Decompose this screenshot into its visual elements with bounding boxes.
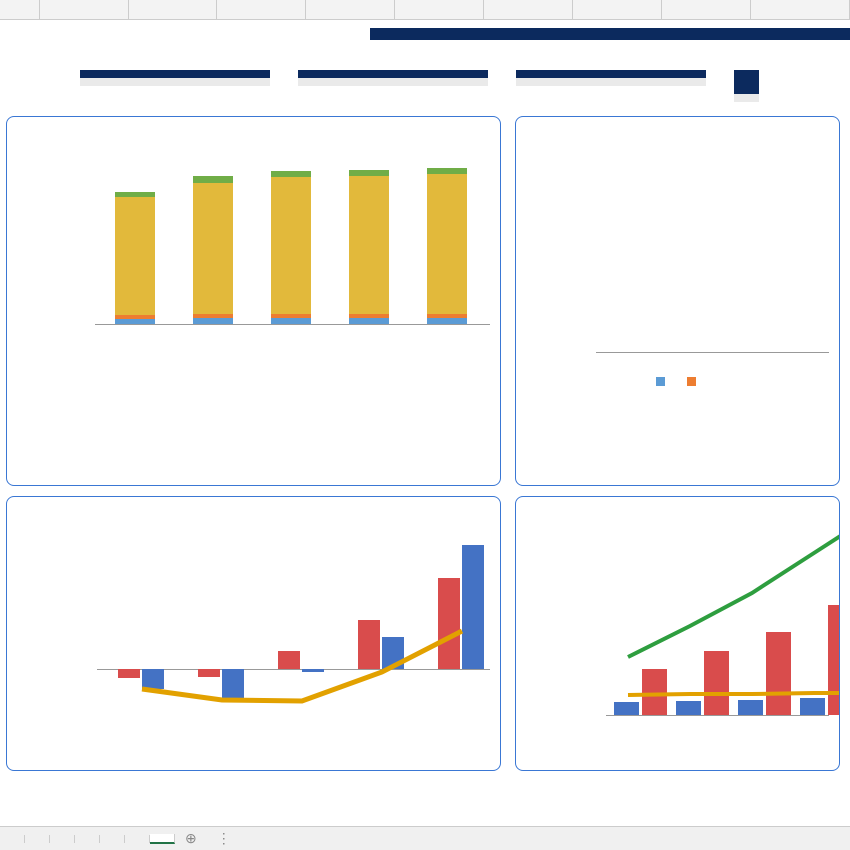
add-sheet-button[interactable]: ⊕ xyxy=(175,830,207,847)
kpi-value xyxy=(80,78,270,86)
chart-plot xyxy=(606,511,829,716)
legend xyxy=(526,377,829,386)
chart-plot xyxy=(97,525,490,715)
kpi-value xyxy=(734,94,759,102)
kpi-gross-profit xyxy=(80,70,270,102)
tab-sensitivity[interactable] xyxy=(125,835,150,843)
col-H[interactable] xyxy=(395,0,484,19)
kpi-label xyxy=(516,70,706,78)
kpi-label xyxy=(80,70,270,78)
col-I[interactable] xyxy=(484,0,573,19)
col-E[interactable] xyxy=(129,0,218,19)
sheet-tabs: ⊕ ⋮ xyxy=(0,826,850,850)
tab-break-even[interactable] xyxy=(75,835,100,843)
chart-plot xyxy=(95,135,490,325)
kpi-value xyxy=(298,78,488,86)
kpi-partial xyxy=(734,70,759,102)
chart-monthly-revenue[interactable] xyxy=(515,116,840,486)
chart-breakeven[interactable] xyxy=(515,496,840,771)
tab-overflow-icon[interactable]: ⋮ xyxy=(207,830,241,847)
tab-statement[interactable] xyxy=(0,835,25,843)
col-D[interactable] xyxy=(40,0,129,19)
tab-balance-sheet[interactable] xyxy=(50,835,75,843)
kpi-label xyxy=(298,70,488,78)
col-L[interactable] xyxy=(751,0,850,19)
tab-dashboard[interactable] xyxy=(150,834,175,844)
col-G[interactable] xyxy=(306,0,395,19)
tab-project-evaluation[interactable] xyxy=(100,835,125,843)
chart-cash-flow[interactable] xyxy=(6,496,501,771)
col-J[interactable] xyxy=(573,0,662,19)
kpi-row xyxy=(80,70,850,102)
kpi-net-profit xyxy=(298,70,488,102)
chart-plot xyxy=(596,133,829,353)
kpi-revenue-growth xyxy=(516,70,706,102)
col-F[interactable] xyxy=(217,0,306,19)
column-headers xyxy=(0,0,850,20)
kpi-label xyxy=(734,70,759,94)
col-K[interactable] xyxy=(662,0,751,19)
tab-cashflow-statement[interactable] xyxy=(25,835,50,843)
dashboard-title xyxy=(370,28,850,40)
kpi-value xyxy=(516,78,706,86)
col-C[interactable] xyxy=(0,0,40,19)
chart-operating-expenses[interactable] xyxy=(6,116,501,486)
